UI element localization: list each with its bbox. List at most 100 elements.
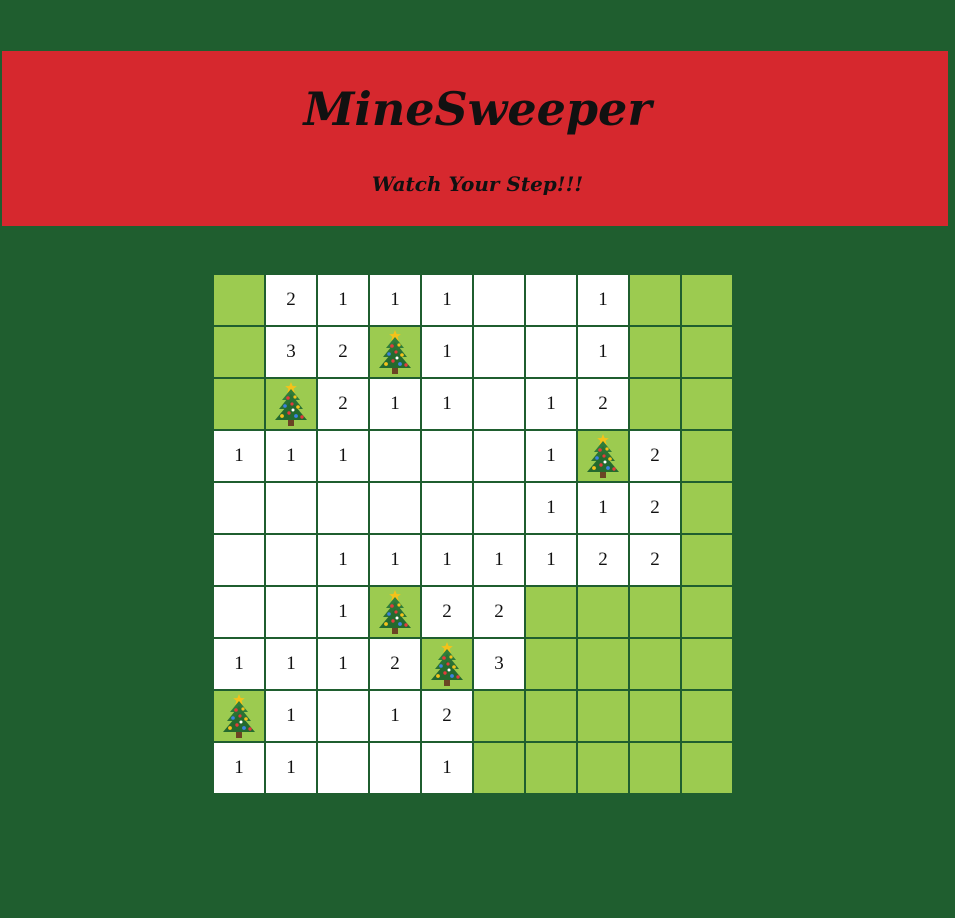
cell-hidden[interactable]: [630, 587, 680, 637]
cell-revealed-number[interactable]: 1: [578, 483, 628, 533]
cell-revealed-number[interactable]: 1: [422, 379, 472, 429]
cell-revealed-number[interactable]: 2: [474, 587, 524, 637]
cell-revealed-number[interactable]: 2: [578, 379, 628, 429]
cell-revealed-empty[interactable]: [370, 483, 420, 533]
cell-revealed-number[interactable]: 1: [578, 275, 628, 325]
cell-hidden[interactable]: [214, 379, 264, 429]
cell-revealed-number[interactable]: 2: [318, 327, 368, 377]
cell-revealed-number[interactable]: 1: [422, 535, 472, 585]
cell-revealed-number[interactable]: 1: [422, 743, 472, 793]
cell-revealed-number[interactable]: 2: [422, 691, 472, 741]
cell-revealed-number[interactable]: 1: [370, 535, 420, 585]
cell-hidden[interactable]: [630, 691, 680, 741]
cell-revealed-number[interactable]: 1: [266, 691, 316, 741]
cell-revealed-number[interactable]: 3: [474, 639, 524, 689]
cell-revealed-number[interactable]: 1: [578, 327, 628, 377]
cell-mine[interactable]: [214, 691, 264, 741]
cell-mine[interactable]: [422, 639, 472, 689]
cell-revealed-empty[interactable]: [318, 691, 368, 741]
cell-revealed-number[interactable]: 2: [266, 275, 316, 325]
cell-hidden[interactable]: [630, 639, 680, 689]
cell-revealed-empty[interactable]: [422, 483, 472, 533]
cell-revealed-number[interactable]: 1: [526, 483, 576, 533]
cell-revealed-empty[interactable]: [318, 483, 368, 533]
cell-hidden[interactable]: [578, 743, 628, 793]
cell-hidden[interactable]: [214, 327, 264, 377]
cell-revealed-number[interactable]: 2: [630, 483, 680, 533]
cell-hidden[interactable]: [630, 327, 680, 377]
cell-revealed-empty[interactable]: [370, 431, 420, 481]
cell-revealed-empty[interactable]: [526, 275, 576, 325]
cell-revealed-empty[interactable]: [474, 379, 524, 429]
cell-revealed-number[interactable]: 1: [422, 327, 472, 377]
cell-revealed-number[interactable]: 1: [526, 431, 576, 481]
cell-revealed-number[interactable]: 1: [370, 691, 420, 741]
cell-hidden[interactable]: [526, 691, 576, 741]
cell-revealed-number[interactable]: 1: [318, 275, 368, 325]
cell-revealed-number[interactable]: 2: [630, 535, 680, 585]
cell-hidden[interactable]: [526, 587, 576, 637]
cell-revealed-number[interactable]: 1: [526, 535, 576, 585]
cell-revealed-number[interactable]: 1: [318, 587, 368, 637]
cell-revealed-number[interactable]: 1: [370, 275, 420, 325]
cell-revealed-empty[interactable]: [370, 743, 420, 793]
cell-revealed-number[interactable]: 1: [266, 431, 316, 481]
cell-revealed-number[interactable]: 2: [370, 639, 420, 689]
cell-revealed-number[interactable]: 2: [318, 379, 368, 429]
cell-revealed-empty[interactable]: [266, 535, 316, 585]
cell-revealed-empty[interactable]: [318, 743, 368, 793]
cell-hidden[interactable]: [630, 743, 680, 793]
cell-hidden[interactable]: [682, 379, 732, 429]
cell-hidden[interactable]: [474, 743, 524, 793]
cell-revealed-number[interactable]: 1: [318, 639, 368, 689]
cell-hidden[interactable]: [578, 691, 628, 741]
cell-revealed-number[interactable]: 1: [266, 743, 316, 793]
cell-revealed-number[interactable]: 2: [422, 587, 472, 637]
cell-revealed-number[interactable]: 3: [266, 327, 316, 377]
cell-revealed-empty[interactable]: [214, 483, 264, 533]
cell-hidden[interactable]: [214, 275, 264, 325]
cell-revealed-number[interactable]: 1: [214, 743, 264, 793]
cell-hidden[interactable]: [526, 639, 576, 689]
cell-revealed-number[interactable]: 1: [370, 379, 420, 429]
cell-revealed-number[interactable]: 1: [526, 379, 576, 429]
cell-revealed-number[interactable]: 1: [318, 431, 368, 481]
cell-revealed-empty[interactable]: [526, 327, 576, 377]
cell-revealed-empty[interactable]: [474, 431, 524, 481]
cell-revealed-empty[interactable]: [422, 431, 472, 481]
cell-hidden[interactable]: [578, 587, 628, 637]
cell-hidden[interactable]: [682, 275, 732, 325]
cell-revealed-number[interactable]: 1: [474, 535, 524, 585]
cell-hidden[interactable]: [682, 483, 732, 533]
cell-revealed-empty[interactable]: [214, 587, 264, 637]
cell-hidden[interactable]: [630, 275, 680, 325]
cell-hidden[interactable]: [526, 743, 576, 793]
cell-hidden[interactable]: [630, 379, 680, 429]
cell-hidden[interactable]: [682, 587, 732, 637]
cell-revealed-number[interactable]: 1: [422, 275, 472, 325]
cell-revealed-empty[interactable]: [214, 535, 264, 585]
cell-hidden[interactable]: [474, 691, 524, 741]
cell-revealed-number[interactable]: 2: [630, 431, 680, 481]
cell-revealed-empty[interactable]: [474, 327, 524, 377]
cell-mine[interactable]: [266, 379, 316, 429]
cell-revealed-number[interactable]: 1: [214, 639, 264, 689]
cell-revealed-number[interactable]: 1: [266, 639, 316, 689]
cell-revealed-number[interactable]: 2: [578, 535, 628, 585]
cell-revealed-number[interactable]: 1: [318, 535, 368, 585]
cell-hidden[interactable]: [682, 639, 732, 689]
cell-revealed-empty[interactable]: [474, 483, 524, 533]
cell-revealed-empty[interactable]: [474, 275, 524, 325]
cell-revealed-empty[interactable]: [266, 587, 316, 637]
cell-revealed-number[interactable]: 1: [214, 431, 264, 481]
cell-hidden[interactable]: [578, 639, 628, 689]
cell-hidden[interactable]: [682, 431, 732, 481]
cell-hidden[interactable]: [682, 743, 732, 793]
cell-mine[interactable]: [370, 587, 420, 637]
cell-hidden[interactable]: [682, 691, 732, 741]
cell-hidden[interactable]: [682, 535, 732, 585]
cell-mine[interactable]: [370, 327, 420, 377]
cell-hidden[interactable]: [682, 327, 732, 377]
cell-mine[interactable]: [578, 431, 628, 481]
cell-revealed-empty[interactable]: [266, 483, 316, 533]
